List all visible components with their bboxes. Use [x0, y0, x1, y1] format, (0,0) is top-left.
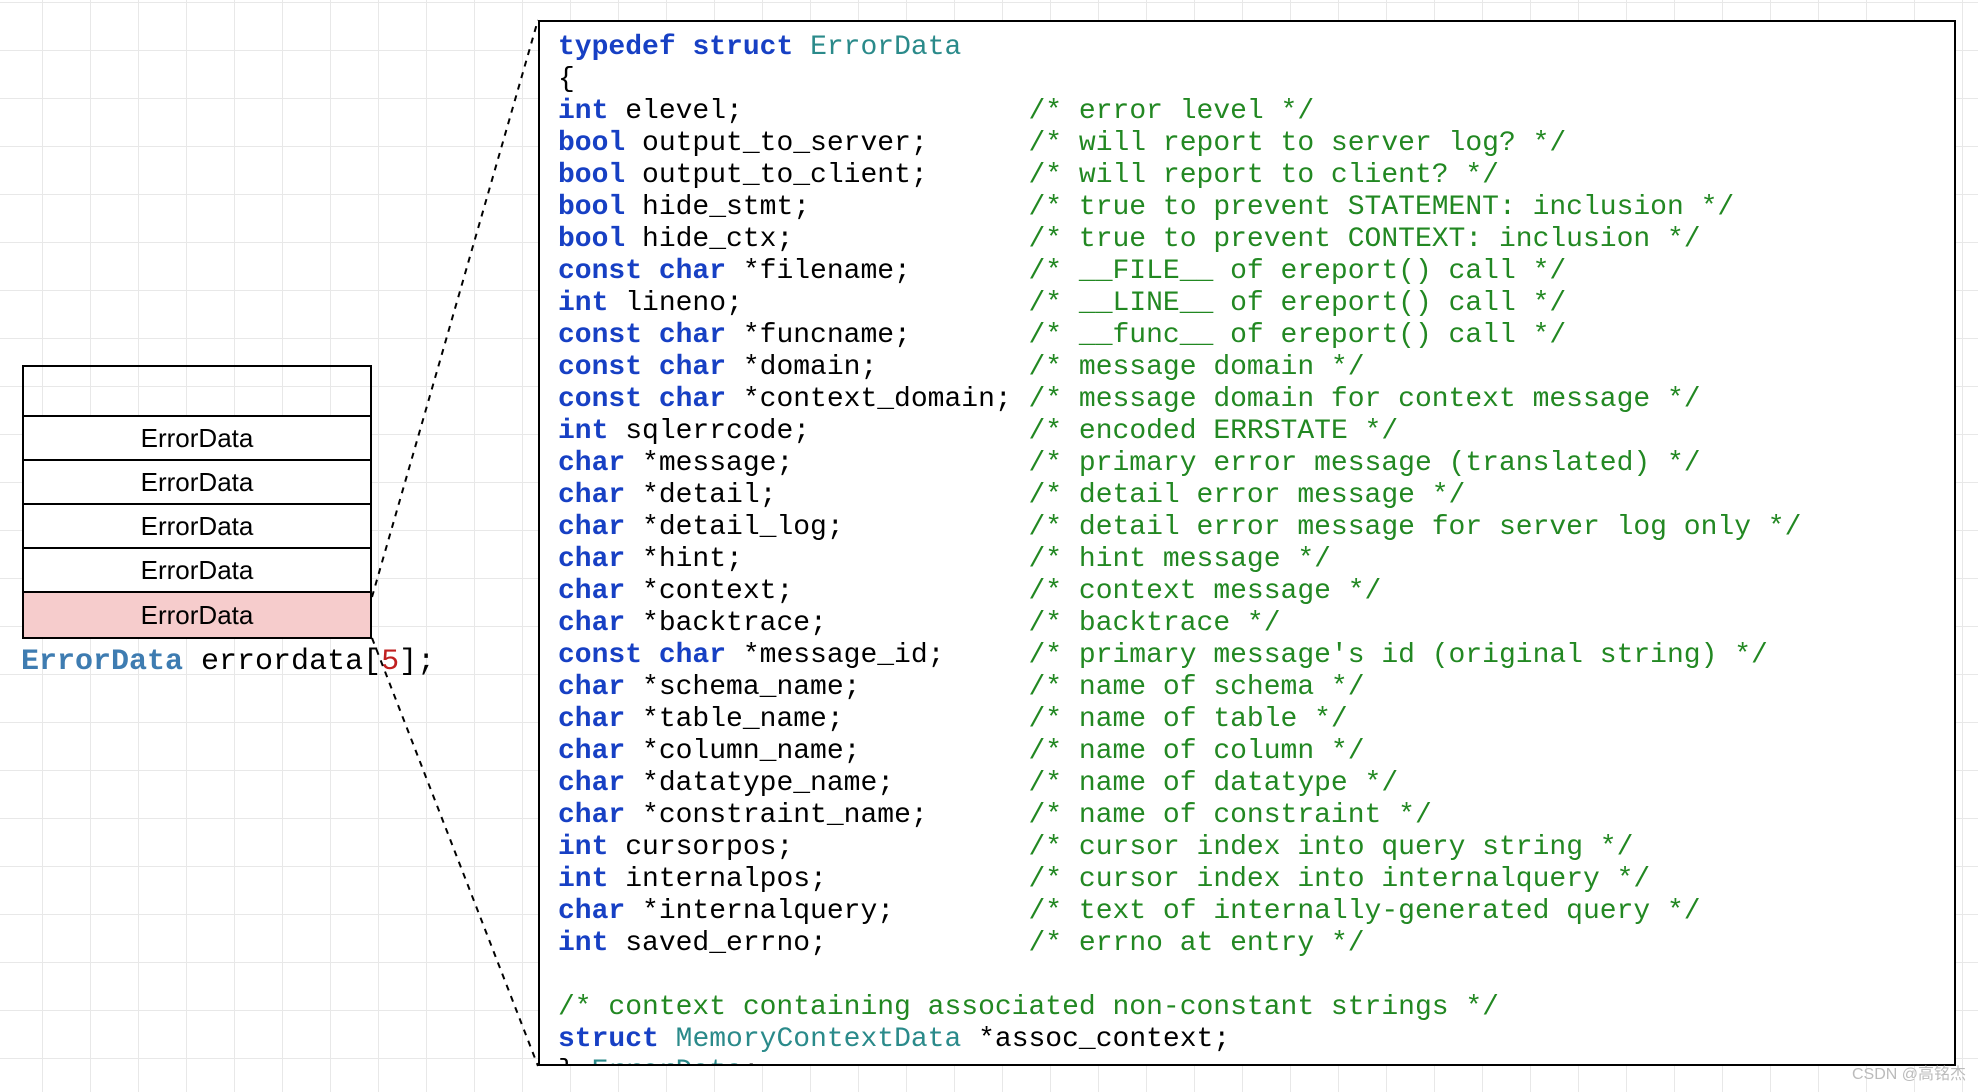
- array-declaration: ErrorData errordata[5];: [21, 645, 435, 679]
- decl-type: ErrorData: [21, 645, 183, 679]
- stack-row: ErrorData: [24, 505, 370, 549]
- struct-definition-code: typedef struct ErrorData { int elevel; /…: [538, 20, 1956, 1066]
- watermark: CSDN @高铭杰: [1852, 1060, 1966, 1084]
- stack-row: ErrorData: [24, 417, 370, 461]
- stack-row: ErrorData: [24, 549, 370, 593]
- errordata-stack: ErrorDataErrorDataErrorDataErrorDataErro…: [22, 365, 372, 639]
- decl-name: errordata: [201, 645, 363, 679]
- stack-row: ErrorData: [24, 461, 370, 505]
- stack-row: ErrorData: [24, 593, 370, 637]
- stack-top-empty: [24, 367, 370, 417]
- decl-size: 5: [381, 645, 399, 679]
